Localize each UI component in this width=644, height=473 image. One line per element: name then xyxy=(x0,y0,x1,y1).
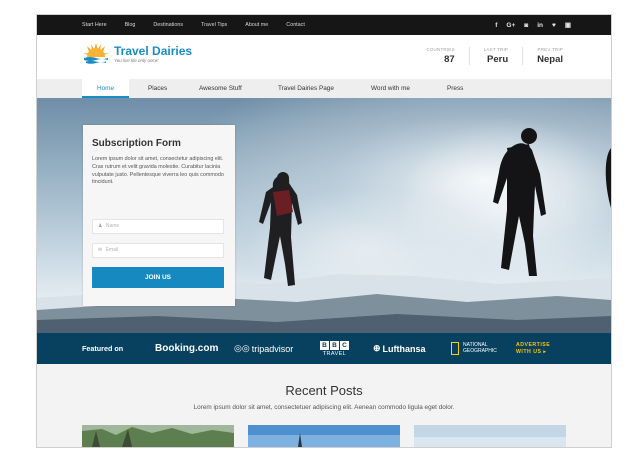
recent-posts-section: Recent Posts Lorem ipsum dolor sit amet,… xyxy=(37,364,611,447)
stat-label: LAST TRIP xyxy=(483,47,509,52)
post-image xyxy=(248,425,400,447)
linkedin-icon[interactable]: in xyxy=(537,22,543,29)
youtube-icon[interactable]: ▣ xyxy=(565,21,571,29)
bbc-travel-logo[interactable]: B B C TRAVEL xyxy=(320,333,349,364)
featured-label: Featured on xyxy=(82,344,124,353)
topnav-about-me[interactable]: About me xyxy=(245,22,268,28)
post-thumbnail[interactable] xyxy=(82,425,234,447)
user-icon: ♟ xyxy=(98,223,103,229)
bbc-box: B xyxy=(320,340,329,350)
social-links: f G+ ◙ in ♥ ▣ xyxy=(495,15,571,35)
lufthansa-text: Lufthansa xyxy=(382,343,426,354)
featured-on-bar: Featured on Booking.com ◎◎ tripadvisor B… xyxy=(37,333,611,364)
nav-home[interactable]: Home xyxy=(82,79,129,98)
nav-places[interactable]: Places xyxy=(148,79,167,98)
name-placeholder: Name xyxy=(105,223,120,229)
top-bar: Start Here Blog Destinations Travel Tips… xyxy=(37,15,611,35)
subscription-title: Subscription Form xyxy=(92,138,181,149)
travel-stats: COUNTRIES 87 LAST TRIP Peru PREV TRIP Ne… xyxy=(412,47,577,65)
tripadvisor-text: tripadvisor xyxy=(251,343,294,354)
owl-icon: ◎◎ xyxy=(234,343,250,353)
topnav-start-here[interactable]: Start Here xyxy=(82,22,107,28)
advertise-line: ADVERTISE xyxy=(516,342,551,348)
natgeo-logo[interactable]: NATIONAL GEOGRAPHIC xyxy=(451,333,497,364)
top-nav: Start Here Blog Destinations Travel Tips… xyxy=(82,15,305,35)
stat-prev-trip: PREV TRIP Nepal xyxy=(522,47,577,65)
stat-value: Peru xyxy=(487,54,509,65)
nav-awesome-stuff[interactable]: Awesome Stuff xyxy=(199,79,242,98)
sun-over-water-icon xyxy=(83,43,109,64)
post-thumbnail[interactable] xyxy=(414,425,566,447)
post-thumbnail[interactable] xyxy=(248,425,400,447)
nav-press[interactable]: Press xyxy=(447,79,463,98)
site-header: Travel Dairies You live life only once! … xyxy=(37,35,611,79)
recent-posts-title: Recent Posts xyxy=(285,383,363,398)
site-logo[interactable]: Travel Dairies You live life only once! xyxy=(82,43,192,65)
post-image xyxy=(82,425,234,447)
tripadvisor-logo[interactable]: ◎◎ tripadvisor xyxy=(234,333,293,364)
instagram-icon[interactable]: ◙ xyxy=(524,22,528,29)
bbc-travel-text: TRAVEL xyxy=(322,350,347,357)
bbc-box: C xyxy=(340,340,349,350)
twitter-icon[interactable]: ♥ xyxy=(552,22,556,29)
topnav-travel-tips[interactable]: Travel Tips xyxy=(201,22,227,28)
subscription-text: Lorem ipsum dolor sit amet, consectetur … xyxy=(92,156,224,186)
topnav-contact[interactable]: Contact xyxy=(286,22,305,28)
natgeo-line: GEOGRAPHIC xyxy=(463,347,497,354)
stat-label: PREV TRIP xyxy=(537,47,563,52)
post-image xyxy=(414,425,566,447)
site-tagline: You live life only once! xyxy=(114,58,159,63)
nav-travel-dairies-page[interactable]: Travel Dairies Page xyxy=(278,79,334,98)
stat-value: Nepal xyxy=(537,54,563,65)
email-field[interactable]: ✉ Email xyxy=(92,243,224,258)
bbc-box: B xyxy=(330,340,339,350)
bbc-boxes: B B C xyxy=(320,340,349,350)
recent-posts-subtitle: Lorem ipsum dolor sit amet, consectetuer… xyxy=(193,404,455,411)
natgeo-frame-icon xyxy=(451,342,459,355)
email-placeholder: Email xyxy=(105,247,119,253)
advertise-link[interactable]: ADVERTISE WITH US ▸ xyxy=(516,333,550,364)
stat-countries: COUNTRIES 87 xyxy=(412,47,468,65)
join-us-button[interactable]: JOIN US xyxy=(92,267,224,288)
page-frame: Start Here Blog Destinations Travel Tips… xyxy=(36,14,612,448)
stat-value: 87 xyxy=(444,54,455,65)
stat-last-trip: LAST TRIP Peru xyxy=(468,47,522,65)
topnav-blog[interactable]: Blog xyxy=(125,22,136,28)
subscription-form: Subscription Form Lorem ipsum dolor sit … xyxy=(83,125,235,306)
crane-icon: ⊕ xyxy=(373,343,381,353)
advertise-line: WITH US ▸ xyxy=(516,348,547,355)
envelope-icon: ✉ xyxy=(98,247,103,253)
stat-label: COUNTRIES xyxy=(426,47,455,52)
facebook-icon[interactable]: f xyxy=(495,22,497,29)
nav-word-with-me[interactable]: Word with me xyxy=(371,79,410,98)
lufthansa-logo[interactable]: ⊕ Lufthansa xyxy=(373,333,426,364)
site-title: Travel Dairies xyxy=(114,44,193,58)
booking-logo[interactable]: Booking.com xyxy=(155,333,218,364)
google-plus-icon[interactable]: G+ xyxy=(506,22,515,29)
name-field[interactable]: ♟ Name xyxy=(92,219,224,234)
main-nav: Home Places Awesome Stuff Travel Dairies… xyxy=(37,79,611,98)
topnav-destinations[interactable]: Destinations xyxy=(153,22,183,28)
